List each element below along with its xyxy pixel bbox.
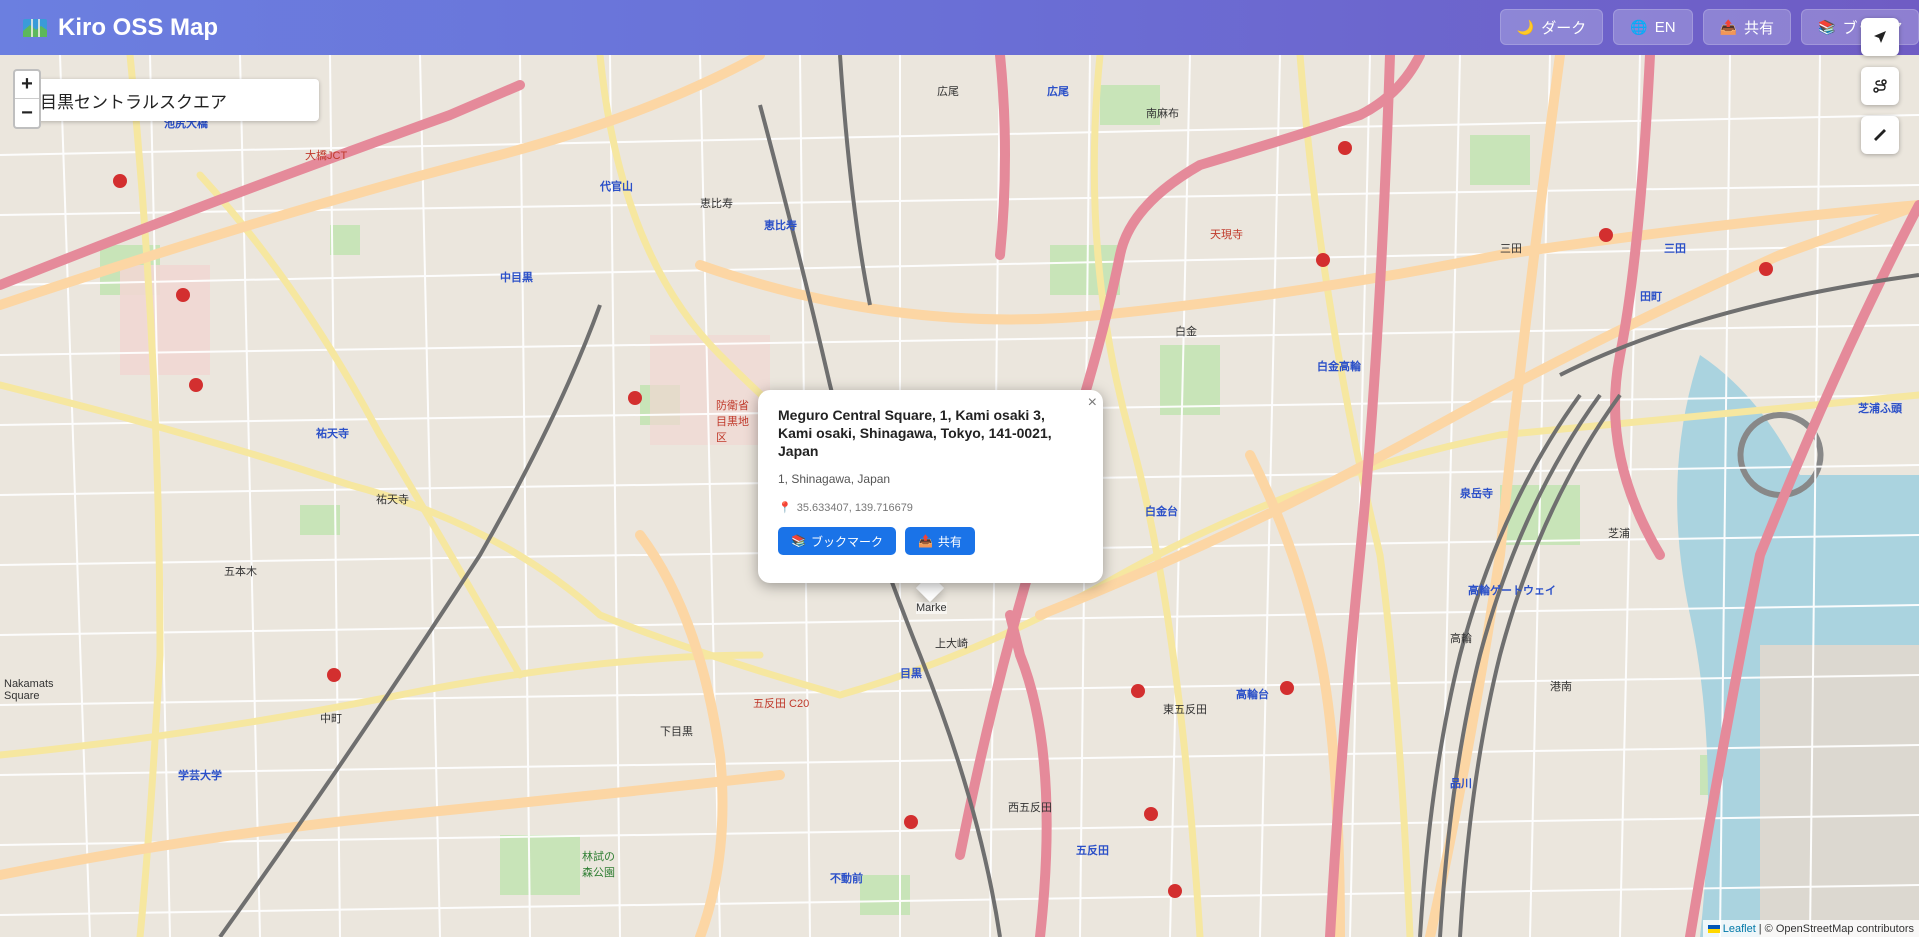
- map-label: 高輪ゲートウェイ: [1468, 585, 1556, 597]
- globe-icon: 🌐: [1630, 18, 1648, 35]
- leaflet-link[interactable]: Leaflet: [1723, 923, 1756, 935]
- zoom-in-button[interactable]: +: [15, 71, 39, 99]
- header-actions: 🌙 ダーク 🌐 EN 📤 共有 📚 ブックマ: [1499, 9, 1919, 45]
- app-title: Kiro OSS Map: [58, 13, 219, 41]
- search-input[interactable]: [28, 79, 319, 121]
- route-button[interactable]: [1861, 67, 1899, 105]
- map-label: 林試の森公園: [582, 851, 615, 879]
- map-label: 五本木: [224, 566, 257, 578]
- map-label: 不動前: [830, 873, 863, 885]
- map-label: 下目黒: [660, 726, 693, 738]
- map-label: 泉岳寺: [1460, 488, 1493, 500]
- map-label: 代官山: [600, 181, 633, 193]
- zoom-control: + −: [13, 69, 41, 129]
- map-label: 祐天寺: [376, 494, 409, 506]
- map-label: 三田: [1664, 243, 1686, 255]
- map-label: 芝浦: [1608, 528, 1630, 540]
- bookmark-icon: 📚: [1818, 18, 1836, 35]
- language-button[interactable]: 🌐 EN: [1613, 9, 1693, 45]
- map-label: 広尾: [937, 86, 959, 98]
- popup-coordinates: 📍 35.633407, 139.716679: [778, 501, 1083, 515]
- map-label: Nakamats Square: [4, 678, 54, 702]
- map-label: 高輪: [1450, 633, 1472, 645]
- map-label: 南麻布: [1146, 108, 1179, 120]
- map-label: 目黒: [900, 668, 922, 680]
- popup-share-button[interactable]: 📤 共有: [904, 527, 975, 555]
- map-label: 品川: [1450, 778, 1472, 790]
- map-label: 祐天寺: [316, 428, 349, 440]
- popup-share-label: 共有: [937, 534, 962, 549]
- map-label: 芝浦ふ頭: [1858, 403, 1902, 415]
- pin-icon: 📍: [778, 502, 792, 514]
- brand[interactable]: Kiro OSS Map: [22, 14, 218, 42]
- bookmark-icon: 📚: [791, 534, 806, 548]
- popup-title: Meguro Central Square, 1, Kami osaki 3, …: [778, 407, 1052, 459]
- map-label: 白金高輪: [1317, 361, 1361, 373]
- navigation-arrow-icon: [1874, 31, 1886, 43]
- ruler-icon: [1874, 129, 1886, 141]
- map-label: 五反田: [1076, 845, 1109, 857]
- map-label: 防衛省目黒地区: [716, 400, 749, 444]
- map-label: 広尾: [1047, 86, 1069, 98]
- map-label: 東五反田: [1163, 704, 1207, 716]
- zoom-out-button[interactable]: −: [15, 99, 39, 127]
- map-label: 高輪台: [1236, 689, 1269, 701]
- map-label: 白金台: [1145, 506, 1178, 518]
- map-label: 田町: [1640, 291, 1662, 303]
- map-attribution: Leaflet | © OpenStreetMap contributors: [1702, 920, 1919, 937]
- map-label: 恵比寿: [764, 220, 797, 232]
- map-label: 白金: [1175, 326, 1197, 338]
- measure-button[interactable]: [1861, 116, 1899, 154]
- map-label: 中町: [320, 713, 342, 725]
- map-label: 大橋JCT: [305, 150, 348, 162]
- map-label: 学芸大学: [178, 770, 222, 782]
- map-label: 上大崎: [935, 638, 968, 650]
- map-icon: [23, 18, 47, 37]
- language-label: EN: [1654, 18, 1676, 36]
- coordinates-text: 35.633407, 139.716679: [796, 501, 913, 514]
- attribution-separator: |: [1758, 922, 1762, 935]
- popup-close-button[interactable]: ×: [1088, 394, 1097, 412]
- popup-bookmark-label: ブックマーク: [810, 534, 883, 549]
- flag-icon: [1707, 924, 1720, 933]
- popup-actions: 📚 ブックマーク 📤 共有: [778, 527, 1083, 555]
- map-label: 三田: [1500, 243, 1522, 255]
- map-label: 五反田 C20: [753, 698, 810, 710]
- share-button[interactable]: 📤 共有: [1702, 9, 1791, 45]
- locate-button[interactable]: [1861, 18, 1899, 56]
- popup-bookmark-button[interactable]: 📚 ブックマーク: [778, 527, 896, 555]
- dark-mode-label: ダーク: [1541, 19, 1587, 37]
- dark-mode-button[interactable]: 🌙 ダーク: [1499, 9, 1604, 45]
- share-icon: 📤: [917, 534, 933, 548]
- bookmarks-button[interactable]: 📚 ブックマ: [1801, 9, 1919, 45]
- location-popup: × Meguro Central Square, 1, Kami osaki 3…: [758, 390, 1103, 583]
- osm-attribution[interactable]: © OpenStreetMap contributors: [1765, 923, 1914, 935]
- app-header: Kiro OSS Map 🌙 ダーク 🌐 EN 📤 共有 📚 ブックマ: [0, 0, 1919, 55]
- moon-icon: 🌙: [1516, 18, 1535, 35]
- share-label: 共有: [1743, 19, 1774, 37]
- map-label: 中目黒: [500, 272, 533, 284]
- route-icon: [1873, 79, 1887, 93]
- marker-label: Marke: [916, 602, 947, 614]
- popup-subtitle: 1, Shinagawa, Japan: [778, 472, 891, 486]
- share-icon: 📤: [1719, 18, 1737, 35]
- map-label: 天現寺: [1210, 229, 1243, 241]
- map-label: 西五反田: [1008, 802, 1052, 814]
- map-label: 恵比寿: [700, 198, 733, 210]
- map-label: 港南: [1550, 681, 1572, 693]
